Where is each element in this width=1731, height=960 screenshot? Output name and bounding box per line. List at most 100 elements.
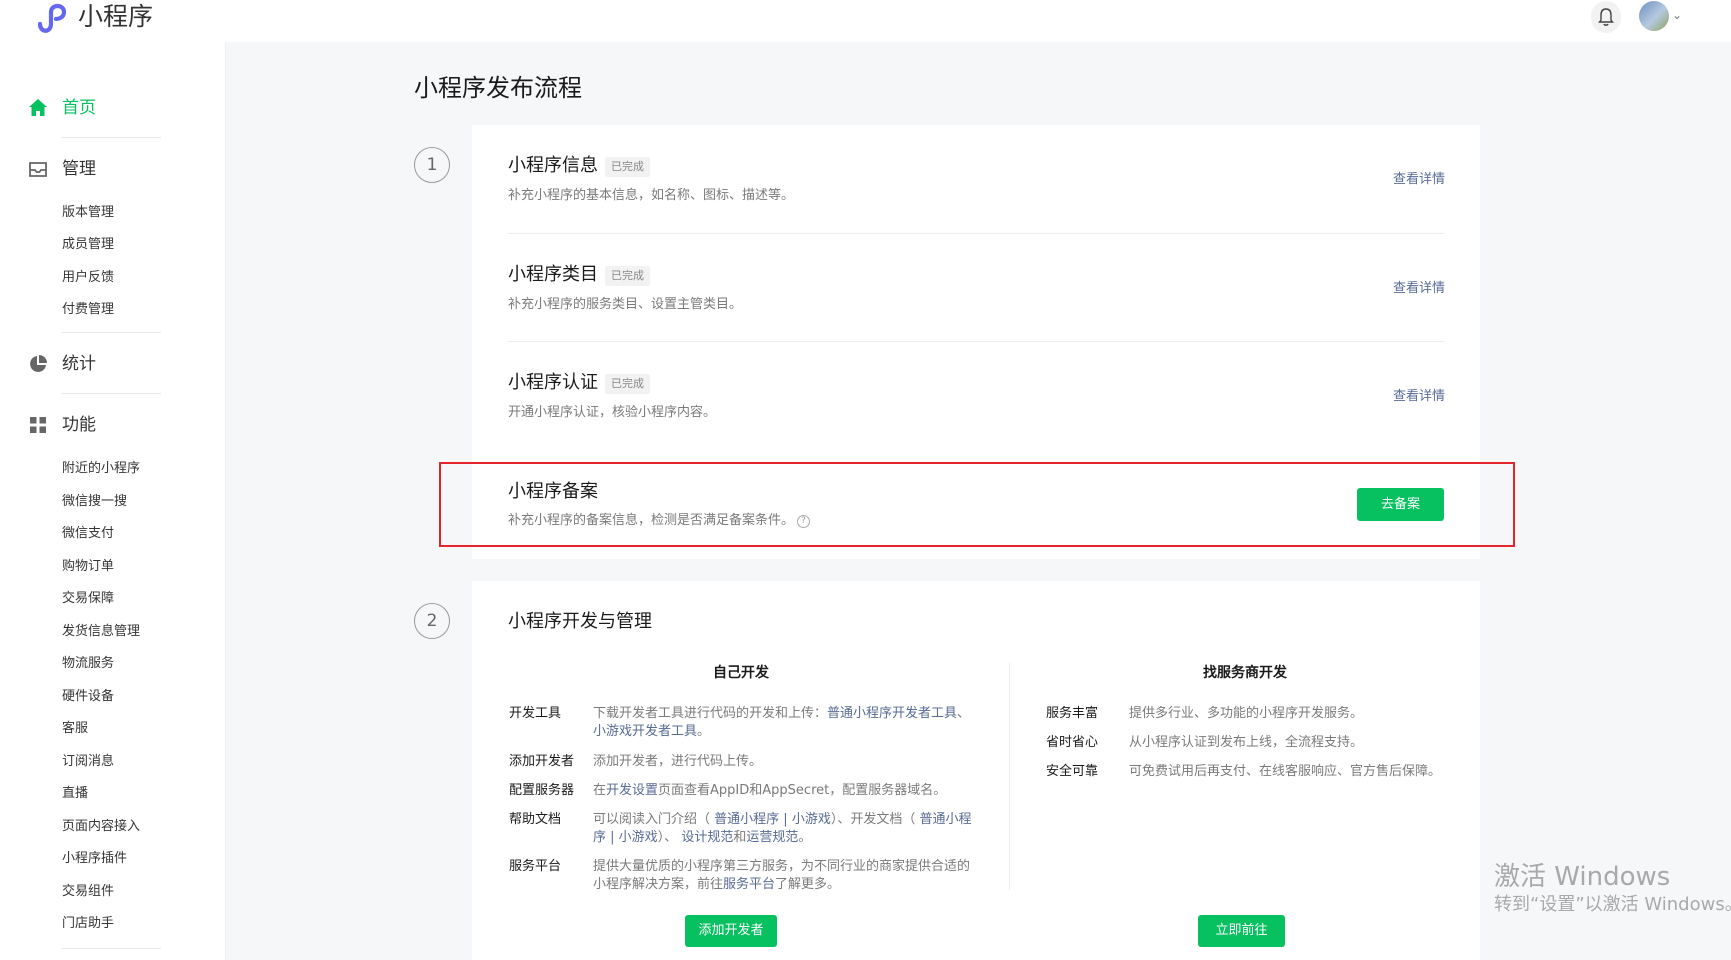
row-label: 配置服务器 bbox=[509, 783, 575, 798]
sidebar-subitem-subscription[interactable]: 订阅消息 bbox=[62, 753, 114, 771]
sidebar-item-label: 首页 bbox=[62, 98, 96, 118]
sidebar-subitem-search[interactable]: 微信搜一搜 bbox=[62, 493, 127, 511]
text-part: ）、 bbox=[657, 830, 682, 845]
go-now-button[interactable]: 立即前往 bbox=[1198, 915, 1285, 947]
step-item-desc: 补充小程序的基本信息，如名称、图标、描述等。 bbox=[508, 188, 795, 203]
sidebar-subitem-plugins[interactable]: 小程序插件 bbox=[62, 850, 127, 868]
grid-icon bbox=[30, 417, 46, 433]
view-details-link[interactable]: 查看详情 bbox=[1393, 171, 1445, 189]
row-label: 省时省心 bbox=[1046, 735, 1099, 750]
row-label: 开发工具 bbox=[509, 706, 562, 721]
text-part: 。 bbox=[798, 830, 812, 845]
divider bbox=[508, 341, 1444, 342]
dev-settings-link[interactable]: 开发设置 bbox=[606, 783, 658, 798]
sidebar-item-label: 功能 bbox=[62, 415, 96, 435]
sidebar-subitem-live[interactable]: 直播 bbox=[62, 785, 88, 803]
text-part: 页面查看AppID和AppSecret，配置服务器域名。 bbox=[658, 783, 947, 798]
row-label: 添加开发者 bbox=[509, 754, 575, 769]
divider bbox=[62, 137, 161, 138]
view-details-link[interactable]: 查看详情 bbox=[1393, 388, 1445, 406]
add-developer-button[interactable]: 添加开发者 bbox=[685, 915, 777, 947]
highlight-box bbox=[439, 462, 1515, 547]
row-text: 在开发设置页面查看AppID和AppSecret，配置服务器域名。 bbox=[593, 782, 973, 800]
service-platform-link[interactable]: 服务平台 bbox=[723, 877, 775, 892]
column-divider bbox=[1009, 663, 1010, 890]
text-part: | bbox=[606, 830, 619, 845]
status-badge: 已完成 bbox=[605, 266, 650, 286]
text-part: ）、开发文档（ bbox=[830, 812, 920, 827]
text-part: 、 bbox=[957, 706, 971, 721]
sidebar-subitem-pay[interactable]: 微信支付 bbox=[62, 525, 114, 543]
status-badge: 已完成 bbox=[605, 374, 650, 394]
row-text: 提供大量优质的小程序第三方服务，为不同行业的商家提供合适的小程序解决方案，前往服… bbox=[593, 858, 973, 894]
divider bbox=[508, 233, 1444, 234]
sidebar: 首页 管理 版本管理 成员管理 用户反馈 付费管理 统计 功能 附近的小程序 微… bbox=[0, 42, 226, 960]
sidebar-subitem-nearby[interactable]: 附近的小程序 bbox=[62, 460, 140, 478]
text-part: 。 bbox=[697, 724, 711, 739]
chevron-down-icon[interactable]: ⌄ bbox=[1672, 8, 1682, 22]
text-part: 可以阅读入门介绍（ bbox=[593, 812, 715, 827]
sidebar-subitem-trade-component[interactable]: 交易组件 bbox=[62, 883, 114, 901]
sidebar-subitem-logistics[interactable]: 物流服务 bbox=[62, 655, 114, 673]
status-badge: 已完成 bbox=[605, 157, 650, 177]
activation-watermark-hint: 转到“设置”以激活 Windows。 bbox=[1494, 894, 1731, 915]
text-part: 了解更多。 bbox=[775, 877, 841, 892]
text-part: 添加开发者，进行代码上传。 bbox=[593, 754, 763, 769]
dev-tools-link[interactable]: 普通小程序开发者工具 bbox=[827, 706, 957, 721]
row-text: 下载开发者工具进行代码的开发和上传：普通小程序开发者工具、小游戏开发者工具。 bbox=[593, 705, 973, 741]
inbox-icon bbox=[29, 162, 47, 177]
sidebar-subitem-shipping-info[interactable]: 发货信息管理 bbox=[62, 623, 140, 641]
top-bar: 小程序 ⌄ bbox=[0, 0, 1731, 42]
miniprogram-logo-icon[interactable] bbox=[36, 2, 70, 34]
step-item-desc: 开通小程序认证，核验小程序内容。 bbox=[508, 405, 717, 420]
text-part: 在 bbox=[593, 783, 607, 798]
intro-miniprogram-link[interactable]: 普通小程序 bbox=[714, 812, 779, 827]
step-item-desc: 补充小程序的服务类目、设置主管类目。 bbox=[508, 297, 743, 312]
row-text: 从小程序认证到发布上线，全流程支持。 bbox=[1129, 735, 1364, 750]
home-icon bbox=[29, 99, 47, 116]
sidebar-item-label: 管理 bbox=[62, 159, 96, 179]
intro-game-link[interactable]: 小游戏 bbox=[792, 812, 831, 827]
app-name[interactable]: 小程序 bbox=[78, 1, 153, 33]
self-dev-heading: 自己开发 bbox=[713, 665, 769, 681]
row-label: 帮助文档 bbox=[509, 812, 562, 827]
step-number: 1 bbox=[414, 147, 450, 183]
docs-game-link[interactable]: 小游戏 bbox=[619, 830, 658, 845]
avatar[interactable] bbox=[1639, 1, 1669, 31]
provider-dev-heading: 找服务商开发 bbox=[1203, 665, 1287, 681]
sidebar-subitem-feedback[interactable]: 用户反馈 bbox=[62, 269, 114, 287]
row-text: 可免费试用后再支付、在线客服响应、官方售后保障。 bbox=[1129, 764, 1442, 779]
sidebar-item-label: 统计 bbox=[62, 354, 96, 374]
sidebar-subitem-members[interactable]: 成员管理 bbox=[62, 236, 114, 254]
divider bbox=[62, 393, 161, 394]
design-spec-link[interactable]: 设计规范 bbox=[681, 830, 733, 845]
pie-chart-icon bbox=[30, 355, 47, 372]
sidebar-subitem-customer-service[interactable]: 客服 bbox=[62, 720, 88, 738]
sidebar-subitem-hardware[interactable]: 硬件设备 bbox=[62, 688, 114, 706]
divider bbox=[62, 948, 161, 949]
sidebar-subitem-content-access[interactable]: 页面内容接入 bbox=[62, 818, 140, 836]
step-item-title: 小程序认证 bbox=[508, 372, 598, 393]
notification-button[interactable] bbox=[1591, 1, 1621, 33]
row-label: 安全可靠 bbox=[1046, 764, 1099, 779]
step-item-title: 小程序信息 bbox=[508, 155, 598, 176]
sidebar-subitem-payment[interactable]: 付费管理 bbox=[62, 301, 114, 319]
section-title: 小程序开发与管理 bbox=[508, 611, 652, 632]
row-label: 服务平台 bbox=[509, 859, 562, 874]
game-dev-tools-link[interactable]: 小游戏开发者工具 bbox=[593, 724, 697, 739]
sidebar-subitem-store-assistant[interactable]: 门店助手 bbox=[62, 915, 114, 933]
sidebar-subitem-orders[interactable]: 购物订单 bbox=[62, 558, 114, 576]
operation-spec-link[interactable]: 运营规范 bbox=[746, 830, 798, 845]
page-title: 小程序发布流程 bbox=[414, 74, 582, 102]
sidebar-subitem-version[interactable]: 版本管理 bbox=[62, 204, 114, 222]
row-text: 提供多行业、多功能的小程序开发服务。 bbox=[1129, 706, 1364, 721]
divider bbox=[62, 332, 161, 333]
row-text: 添加开发者，进行代码上传。 bbox=[593, 753, 973, 771]
view-details-link[interactable]: 查看详情 bbox=[1393, 280, 1445, 298]
step-number: 2 bbox=[414, 603, 450, 639]
text-part: 和 bbox=[733, 830, 747, 845]
row-text: 可以阅读入门介绍（ 普通小程序 | 小游戏）、开发文档（ 普通小程序 | 小游戏… bbox=[593, 811, 973, 847]
sidebar-subitem-guarantee[interactable]: 交易保障 bbox=[62, 590, 114, 608]
bell-icon bbox=[1598, 8, 1614, 26]
text-part: 下载开发者工具进行代码的开发和上传： bbox=[593, 706, 828, 721]
